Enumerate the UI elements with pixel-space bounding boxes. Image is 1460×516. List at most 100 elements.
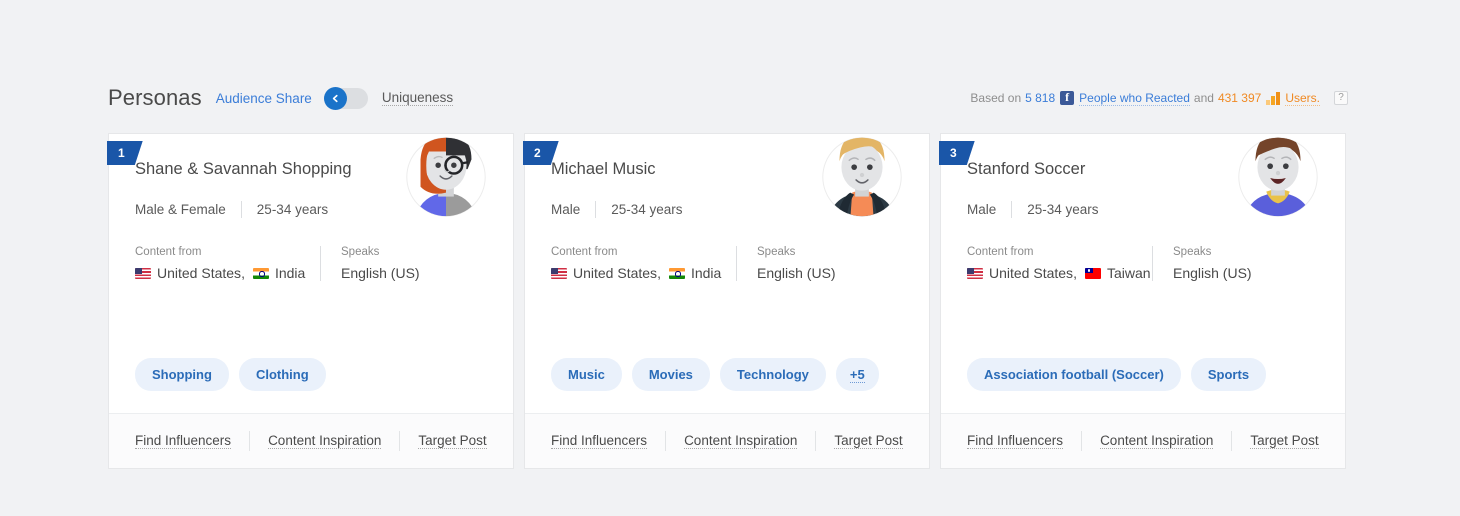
- country-name: India: [690, 265, 722, 281]
- users-count: 431 397: [1217, 91, 1262, 105]
- meta-divider: [240, 201, 242, 218]
- footer-divider: [815, 431, 817, 451]
- speaks-label: Speaks: [341, 246, 380, 258]
- persona-card: 2 Michael Music Male 25-34 years Content…: [523, 133, 930, 469]
- people-who-reacted-link[interactable]: People who Reacted: [1079, 91, 1190, 106]
- persona-card: 1 Shane & Savannah Shopping Male & Femal…: [107, 133, 514, 469]
- facebook-icon: [1060, 90, 1075, 105]
- audience-share-uniqueness-toggle[interactable]: [323, 86, 368, 110]
- toggle-label-uniqueness[interactable]: Uniqueness: [381, 90, 454, 106]
- detail-divider: [736, 246, 737, 281]
- content-from-block: Content from United States, India: [135, 246, 320, 281]
- content-from-label: Content from: [135, 246, 202, 258]
- persona-gender: Male & Female: [135, 202, 226, 217]
- persona-card-list: 1 Shane & Savannah Shopping Male & Femal…: [107, 133, 1346, 469]
- bar-chart-icon: [1266, 91, 1281, 105]
- persona-name: Michael Music: [551, 160, 656, 178]
- taiwan-flag-icon: [1084, 267, 1101, 279]
- toggle-knob[interactable]: [323, 86, 347, 110]
- persona-age: 25-34 years: [256, 202, 329, 217]
- target-post-link[interactable]: Target Post: [834, 433, 903, 449]
- us-flag-icon: [967, 267, 983, 279]
- speaks-block: Speaks English (US): [1173, 246, 1252, 281]
- country-name: United States: [989, 265, 1074, 281]
- toggle-label-audience-share[interactable]: Audience Share: [216, 91, 312, 106]
- interest-tag-list: Music Movies Technology +5: [525, 358, 929, 413]
- persona-card-footer: Find Influencers Content Inspiration Tar…: [941, 413, 1345, 468]
- content-from-label: Content from: [967, 246, 1034, 258]
- personas-header: Personas Audience Share Uniqueness Based…: [108, 78, 1348, 118]
- target-post-link[interactable]: Target Post: [418, 433, 487, 449]
- persona-card-body: Stanford Soccer Male 25-34 years Content…: [941, 134, 1345, 358]
- page-title: Personas: [108, 85, 202, 110]
- conjunction-and: and: [1193, 91, 1214, 105]
- persona-age: 25-34 years: [1027, 202, 1099, 217]
- speaks-value: English (US): [341, 265, 420, 281]
- content-from-value: United States, Taiwan: [967, 265, 1152, 281]
- content-inspiration-link[interactable]: Content Inspiration: [1100, 433, 1214, 449]
- content-inspiration-link[interactable]: Content Inspiration: [684, 433, 798, 449]
- content-from-value: United States, India: [135, 265, 320, 281]
- interest-tag[interactable]: Clothing: [238, 358, 326, 391]
- india-flag-icon: [252, 267, 269, 279]
- content-from-value: United States, India: [551, 265, 736, 281]
- header-left-group: Personas Audience Share Uniqueness: [108, 85, 454, 111]
- footer-divider: [249, 431, 251, 451]
- content-inspiration-link[interactable]: Content Inspiration: [268, 433, 382, 449]
- persona-card: 3 Stanford Soccer Male 25-34 years Conte…: [939, 133, 1346, 469]
- country-name: United States: [573, 265, 658, 281]
- find-influencers-link[interactable]: Find Influencers: [967, 433, 1064, 449]
- persona-details: Content from United States, Taiwan Speak…: [967, 246, 1321, 281]
- footer-divider: [399, 431, 401, 451]
- persona-meta: Male 25-34 years: [967, 201, 1321, 218]
- interest-tag[interactable]: Music: [551, 358, 622, 391]
- persona-gender: Male: [551, 202, 581, 217]
- content-from-block: Content from United States, India: [551, 246, 736, 281]
- interest-tag-list: Association football (Soccer) Sports: [941, 358, 1345, 413]
- persona-name: Shane & Savannah Shopping: [135, 160, 352, 178]
- country-name: India: [274, 265, 306, 281]
- personas-page: Personas Audience Share Uniqueness Based…: [0, 0, 1460, 516]
- meta-divider: [595, 201, 597, 218]
- detail-divider: [1152, 246, 1153, 281]
- more-tags-button[interactable]: +5: [835, 358, 879, 391]
- persona-name: Stanford Soccer: [967, 160, 1086, 178]
- persona-card-footer: Find Influencers Content Inspiration Tar…: [525, 413, 929, 468]
- persona-meta: Male 25-34 years: [551, 201, 905, 218]
- us-flag-icon: [135, 267, 151, 279]
- interest-tag[interactable]: Shopping: [135, 358, 229, 391]
- interest-tag[interactable]: Movies: [631, 358, 710, 391]
- india-flag-icon: [668, 267, 685, 279]
- us-flag-icon: [551, 267, 567, 279]
- interest-tag[interactable]: Technology: [719, 358, 826, 391]
- interest-tag-list: Shopping Clothing: [109, 358, 513, 413]
- content-from-block: Content from United States, Taiwan: [967, 246, 1152, 281]
- detail-divider: [320, 246, 321, 281]
- reacted-count: 5 818: [1025, 91, 1056, 105]
- persona-details: Content from United States, India Speaks…: [135, 246, 489, 281]
- help-icon[interactable]: ?: [1334, 91, 1348, 105]
- content-from-label: Content from: [551, 246, 618, 258]
- interest-tag[interactable]: Sports: [1190, 358, 1267, 391]
- footer-divider: [1081, 431, 1083, 451]
- persona-card-footer: Find Influencers Content Inspiration Tar…: [109, 413, 513, 468]
- country-name: Taiwan: [1106, 265, 1151, 281]
- find-influencers-link[interactable]: Find Influencers: [135, 433, 232, 449]
- chevron-left-icon: [331, 94, 340, 103]
- persona-card-body: Michael Music Male 25-34 years Content f…: [525, 134, 929, 358]
- country-name: United States: [157, 265, 242, 281]
- interest-tag[interactable]: Association football (Soccer): [967, 358, 1181, 391]
- persona-card-body: Shane & Savannah Shopping Male & Female …: [109, 134, 513, 358]
- users-link[interactable]: Users.: [1285, 91, 1320, 106]
- speaks-value: English (US): [1173, 265, 1252, 281]
- speaks-block: Speaks English (US): [757, 246, 836, 281]
- find-influencers-link[interactable]: Find Influencers: [551, 433, 648, 449]
- persona-details: Content from United States, India Speaks…: [551, 246, 905, 281]
- persona-meta: Male & Female 25-34 years: [135, 201, 489, 218]
- more-tags-label: +5: [849, 367, 865, 383]
- based-on-prefix: Based on: [970, 91, 1022, 105]
- persona-age: 25-34 years: [611, 202, 683, 217]
- target-post-link[interactable]: Target Post: [1250, 433, 1319, 449]
- speaks-block: Speaks English (US): [341, 246, 420, 281]
- based-on-summary: Based on 5 818 People who Reacted and 43…: [970, 90, 1348, 106]
